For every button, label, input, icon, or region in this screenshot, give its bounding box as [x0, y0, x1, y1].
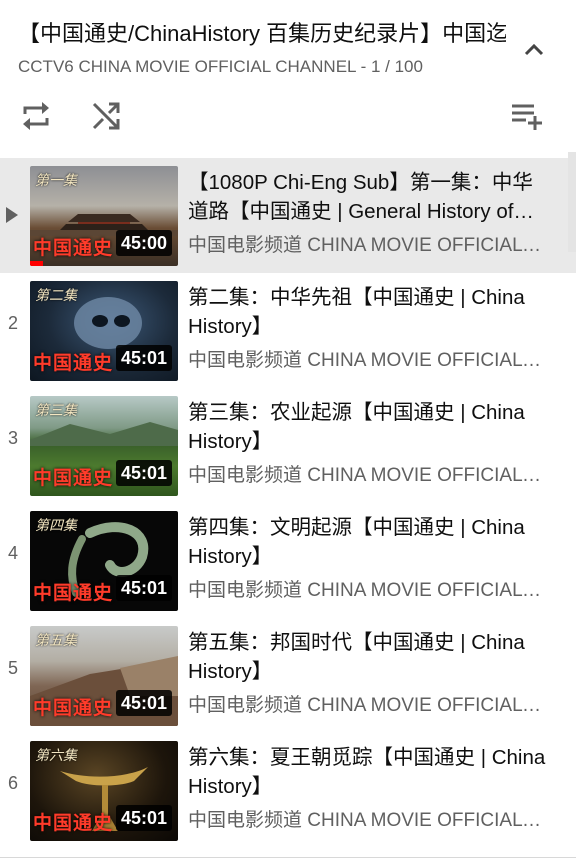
episode-label: 第二集	[35, 288, 77, 304]
video-thumbnail[interactable]: 第一集 中国通史 45:00	[30, 166, 178, 266]
item-index: 2	[7, 313, 18, 333]
loop-icon	[23, 102, 49, 130]
series-brand: 中国通史	[33, 582, 114, 604]
video-title[interactable]: 第三集：农业起源【中国通史 | China History】	[188, 398, 546, 458]
episode-label: 第六集	[35, 748, 77, 764]
episode-label: 第五集	[35, 633, 77, 649]
series-brand: 中国通史	[33, 467, 114, 489]
playlist-item[interactable]: 4 第四集 中国通史 45:01 第四集：文明起源【中国通史 | China H…	[0, 503, 576, 618]
episode-label: 第四集	[35, 518, 77, 534]
duration-badge: 45:00	[115, 230, 172, 256]
series-brand: 中国通史	[33, 352, 114, 374]
shuffle-icon	[92, 102, 120, 130]
bottom-divider	[0, 857, 576, 858]
scrollbar[interactable]	[568, 152, 576, 252]
video-thumbnail[interactable]: 第二集 中国通史 45:01	[30, 281, 178, 381]
playlist-title[interactable]: 【中国通史/ChinaHistory 百集历史纪录片】中国迄今第	[18, 18, 506, 50]
shuffle-button[interactable]	[86, 96, 126, 136]
duration-badge: 45:01	[115, 460, 172, 486]
duration-badge: 45:01	[115, 575, 172, 601]
now-playing-icon	[6, 207, 18, 223]
playlist-item[interactable]: 6 第六集 中国通史 45:01 第六集：夏王朝觅踪【中国通史 | China …	[0, 733, 576, 848]
watch-progress-bar	[30, 261, 44, 266]
video-title[interactable]: 第六集：夏王朝觅踪【中国通史 | China History】	[188, 743, 546, 803]
video-title[interactable]: 第二集：中华先祖【中国通史 | China History】	[188, 283, 546, 343]
video-thumbnail[interactable]: 第五集 中国通史 45:01	[30, 626, 178, 726]
playlist-item[interactable]: 3 第三集 中国通史 45:01 第三集：农业起源【中国通史 | China H…	[0, 388, 576, 503]
channel-name[interactable]: 中国电影频道 CHINA MOVIE OFFICIAL CHANNEL	[188, 464, 542, 488]
playlist-item[interactable]: 5 第五集 中国通史 45:01 第五集：邦国时代【中国通史 | China H…	[0, 618, 576, 733]
channel-name[interactable]: 中国电影频道 CHINA MOVIE OFFICIAL CHANNEL	[188, 809, 542, 833]
episode-label: 第三集	[35, 403, 77, 419]
series-brand: 中国通史	[33, 697, 114, 719]
duration-badge: 45:01	[115, 690, 172, 716]
playlist-subtitle[interactable]: CCTV6 CHINA MOVIE OFFICIAL CHANNEL - 1 /…	[18, 56, 518, 78]
item-index: 6	[7, 773, 18, 793]
chevron-up-icon	[524, 43, 544, 56]
item-index: 5	[7, 658, 18, 678]
channel-name[interactable]: 中国电影频道 CHINA MOVIE OFFICIAL CHANNEL	[188, 349, 542, 373]
collapse-button[interactable]	[516, 32, 552, 68]
item-index: 3	[7, 428, 18, 448]
playlist-header: 【中国通史/ChinaHistory 百集历史纪录片】中国迄今第 CCTV6 C…	[0, 0, 576, 150]
series-brand: 中国通史	[33, 237, 114, 259]
playlist-add-icon	[512, 104, 542, 130]
duration-badge: 45:01	[115, 345, 172, 371]
episode-label: 第一集	[35, 173, 77, 189]
playlist-item[interactable]: 2 第二集 中国通史 45:01 第二集：中华先祖【中国通史 | China H…	[0, 273, 576, 388]
series-brand: 中国通史	[33, 812, 114, 834]
video-thumbnail[interactable]: 第四集 中国通史 45:01	[30, 511, 178, 611]
channel-name[interactable]: 中国电影频道 CHINA MOVIE OFFICIAL CHANNEL	[188, 694, 542, 718]
video-title[interactable]: 第四集：文明起源【中国通史 | China History】	[188, 513, 546, 573]
video-thumbnail[interactable]: 第三集 中国通史 45:01	[30, 396, 178, 496]
playlist-item[interactable]: 第一集 中国通史 45:00 【1080P Chi-Eng Sub】第一集：中华…	[0, 158, 576, 273]
video-title[interactable]: 【1080P Chi-Eng Sub】第一集：中华道路【中国通史 | Gener…	[188, 168, 546, 228]
channel-name[interactable]: 中国电影频道 CHINA MOVIE OFFICIAL CHANNEL	[188, 234, 542, 258]
loop-button[interactable]	[16, 96, 56, 136]
item-index: 4	[7, 543, 18, 563]
video-title[interactable]: 第五集：邦国时代【中国通史 | China History】	[188, 628, 546, 688]
save-to-playlist-button[interactable]	[506, 96, 546, 136]
duration-badge: 45:01	[115, 805, 172, 831]
playlist-items: 第一集 中国通史 45:00 【1080P Chi-Eng Sub】第一集：中华…	[0, 158, 576, 864]
video-thumbnail[interactable]: 第六集 中国通史 45:01	[30, 741, 178, 841]
channel-name[interactable]: 中国电影频道 CHINA MOVIE OFFICIAL CHANNEL	[188, 579, 542, 603]
